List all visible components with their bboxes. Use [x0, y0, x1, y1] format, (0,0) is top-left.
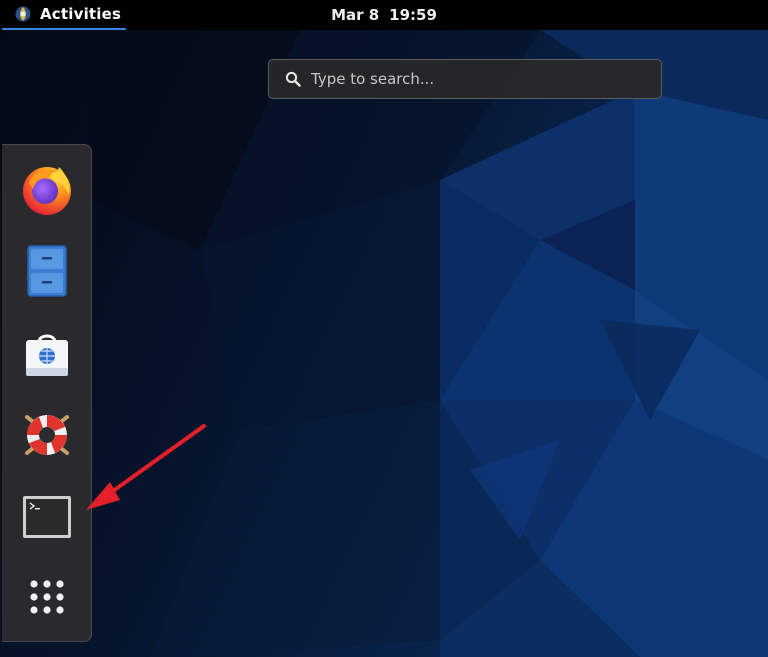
search-input[interactable]: [311, 60, 661, 98]
activities-button[interactable]: Activities: [2, 0, 126, 30]
activities-label: Activities: [40, 5, 122, 23]
dock-item-help[interactable]: [15, 403, 79, 467]
search-icon: [285, 71, 301, 87]
clock-time[interactable]: 19:59: [389, 6, 437, 24]
activities-icon: [15, 6, 31, 22]
shopping-bag-icon: [26, 334, 68, 376]
firefox-icon: [23, 167, 71, 215]
top-bar: Activities Mar 8 19:59: [0, 0, 768, 30]
file-cabinet-icon: [27, 245, 67, 297]
terminal-icon: [23, 496, 71, 538]
clock-date[interactable]: Mar 8: [331, 6, 379, 24]
app-grid-icon: [30, 580, 64, 614]
dock-item-terminal[interactable]: [15, 485, 79, 549]
search-box[interactable]: [268, 59, 662, 99]
desktop: Activities Mar 8 19:59: [0, 0, 768, 657]
dock-item-show-applications[interactable]: [15, 565, 79, 629]
dock-item-software[interactable]: [15, 321, 79, 385]
dock-item-firefox[interactable]: [15, 157, 79, 221]
lifebuoy-icon: [25, 415, 69, 455]
annotation-arrow-icon: [86, 424, 206, 510]
dock: [2, 144, 92, 642]
dock-item-files[interactable]: [15, 239, 79, 303]
